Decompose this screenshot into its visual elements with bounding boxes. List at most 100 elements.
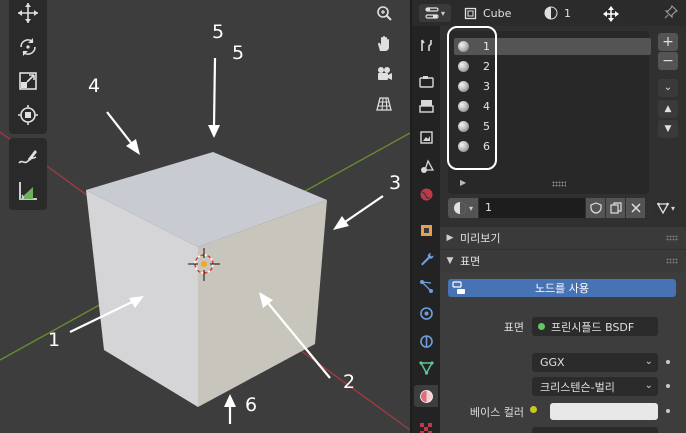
material-link-dropdown[interactable]: ▾ <box>653 198 679 218</box>
grid-button[interactable] <box>370 90 398 118</box>
keyframe-dot-icon[interactable] <box>666 384 670 388</box>
chevron-down-icon: ⌄ <box>663 82 673 93</box>
slot-specials-button[interactable]: ⌄ <box>658 79 678 97</box>
pin-icon[interactable] <box>664 4 679 22</box>
breadcrumb-material[interactable]: 1 <box>544 4 571 22</box>
panel-surface[interactable]: ▼ 표면 <box>440 250 686 272</box>
camera-button[interactable] <box>370 60 398 88</box>
move-area-icon[interactable] <box>603 6 619 25</box>
next-property-field[interactable] <box>532 427 658 433</box>
subsurface-method-value: 크리스텐슨-벌리 <box>540 380 615 394</box>
view-layer-icon <box>419 130 433 144</box>
pan-button[interactable] <box>370 30 398 58</box>
scene-canvas[interactable] <box>0 0 410 433</box>
keyframe-dot-icon[interactable] <box>666 409 670 413</box>
material-name-field[interactable]: 1 <box>479 198 585 218</box>
annotation-label: 2 <box>343 371 356 393</box>
pan-icon <box>378 35 389 51</box>
tab-tool[interactable] <box>414 34 438 56</box>
camera-icon <box>378 67 392 80</box>
tab-particles[interactable] <box>414 275 438 297</box>
rotate-tool[interactable] <box>9 30 47 64</box>
breadcrumb-object[interactable]: Cube <box>464 4 511 22</box>
scene-icon <box>420 158 434 173</box>
move-up-button[interactable]: ▲ <box>658 100 678 118</box>
tab-constraints[interactable] <box>414 330 438 352</box>
annotation-label: 5 <box>212 21 225 43</box>
tab-output[interactable] <box>414 95 438 117</box>
distribution-value: GGX <box>540 356 565 369</box>
chevron-down-icon: ▾ <box>468 203 473 213</box>
tab-object[interactable] <box>414 219 438 241</box>
panel-title: 미리보기 <box>460 232 501 245</box>
annotation-label: 6 <box>245 394 258 416</box>
use-nodes-button[interactable]: 노드를 사용 <box>448 279 676 297</box>
tab-physics[interactable] <box>414 302 438 324</box>
tab-scene[interactable] <box>414 155 438 177</box>
move-down-button[interactable]: ▼ <box>658 120 678 138</box>
shader-socket-icon <box>538 323 545 330</box>
panel-preview[interactable]: ▶ 미리보기 <box>440 227 686 249</box>
base-color-swatch[interactable] <box>550 403 658 420</box>
annotation-label: 3 <box>389 172 402 194</box>
scale-tool[interactable] <box>9 64 47 98</box>
editor-type-button[interactable]: ▾ <box>419 4 451 22</box>
surface-label: 표면 <box>503 321 524 334</box>
triangle-right-icon: ▶ <box>446 233 454 243</box>
chevron-down-icon: ⌄ <box>644 380 653 391</box>
remove-slot-button[interactable]: − <box>658 52 678 70</box>
data-icon <box>656 202 670 214</box>
node-tree-icon <box>452 281 466 298</box>
material-icon <box>453 202 466 214</box>
scale-icon <box>19 72 37 90</box>
duplicate-material-button[interactable] <box>606 198 625 218</box>
list-resize-grip[interactable] <box>552 181 566 187</box>
annotate-tool[interactable] <box>9 140 47 174</box>
tab-modifier[interactable] <box>414 248 438 270</box>
surface-shader-value: 프린시플드 BSDF <box>551 320 635 334</box>
tool-icon <box>420 39 432 51</box>
chevron-down-icon: ▾ <box>440 8 445 18</box>
drag-handle-icon[interactable] <box>666 235 678 241</box>
measure-tool[interactable] <box>9 174 47 208</box>
shield-icon <box>589 202 602 214</box>
unlink-material-button[interactable] <box>626 198 645 218</box>
tab-material[interactable] <box>414 385 438 407</box>
material-icon <box>419 389 433 403</box>
base-color-label: 베이스 컬러 <box>469 406 524 419</box>
add-slot-button[interactable]: + <box>658 33 678 51</box>
subsurface-method-dropdown[interactable]: 크리스텐슨-벌리 ⌄ <box>532 377 658 396</box>
modifier-icon <box>420 252 434 265</box>
object-name: Cube <box>483 6 512 20</box>
tab-render[interactable] <box>414 70 438 92</box>
panel-title: 표면 <box>460 255 481 268</box>
browse-material-button[interactable]: ▾ <box>448 198 478 218</box>
zoom-button[interactable] <box>370 0 398 28</box>
triangle-down-icon: ▼ <box>664 123 672 134</box>
surface-panel-body: 노드를 사용 표면 프린시플드 BSDF GGX ⌄ 크리스텐슨-벌리 ⌄ 베이… <box>440 272 686 433</box>
surface-shader-field[interactable]: 프린시플드 BSDF <box>532 317 658 336</box>
move-tool[interactable] <box>9 0 47 30</box>
triangle-down-icon: ▼ <box>446 256 454 266</box>
zoom-icon <box>377 6 392 21</box>
list-filter-toggle[interactable]: ▶ <box>460 178 466 187</box>
fake-user-button[interactable] <box>586 198 605 218</box>
properties-header: ▾ Cube 1 <box>412 0 686 26</box>
use-nodes-label: 노드를 사용 <box>534 282 590 295</box>
tab-texture[interactable] <box>414 418 438 433</box>
color-socket-icon <box>530 406 537 413</box>
output-icon <box>418 99 434 113</box>
keyframe-dot-icon[interactable] <box>666 360 670 364</box>
world-icon <box>420 188 432 200</box>
tab-world[interactable] <box>414 183 438 205</box>
material-selector: ▾ 1 ▾ <box>448 198 680 218</box>
data-icon <box>418 360 434 375</box>
distribution-dropdown[interactable]: GGX ⌄ <box>532 353 658 372</box>
tab-data[interactable] <box>414 356 438 378</box>
drag-handle-icon[interactable] <box>666 258 678 264</box>
transform-tool[interactable] <box>9 98 47 132</box>
3d-viewport[interactable]: 1 2 3 4 5 5 6 <box>0 0 410 433</box>
particles-icon <box>419 279 433 293</box>
tab-view-layer[interactable] <box>414 126 438 148</box>
annotation-label: 4 <box>88 75 101 97</box>
